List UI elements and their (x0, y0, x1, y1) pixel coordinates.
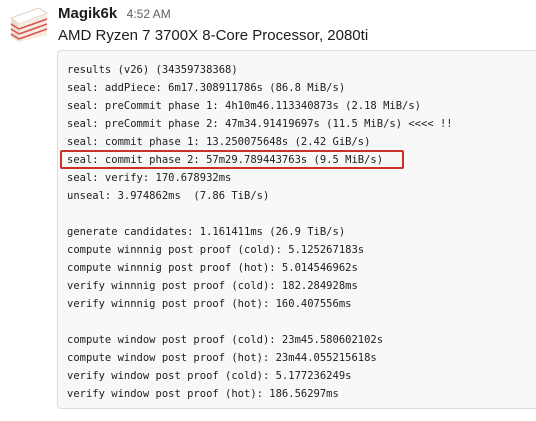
code-line: unseal: 3.974862ms (7.86 TiB/s) (67, 190, 270, 202)
code-line: seal: commit phase 1: 13.250075648s (2.4… (67, 136, 371, 148)
code-line: verify window post proof (cold): 5.17723… (67, 370, 352, 382)
cake-slice-icon (9, 4, 49, 44)
code-line: generate candidates: 1.161411ms (26.9 Ti… (67, 226, 346, 238)
code-line: verify winnnig post proof (cold): 182.28… (67, 280, 358, 292)
code-line: compute window post proof (hot): 23m44.0… (67, 352, 377, 364)
code-line: compute winnnig post proof (hot): 5.0145… (67, 262, 358, 274)
timestamp[interactable]: 4:52 AM (127, 7, 171, 21)
message-text: AMD Ryzen 7 3700X 8-Core Processor, 2080… (58, 27, 369, 44)
code-block: results (v26) (34359738368) seal: addPie… (57, 50, 536, 409)
code-line: verify window post proof (hot): 186.5629… (67, 388, 339, 400)
code-line: compute window post proof (cold): 23m45.… (67, 334, 384, 346)
code-line: seal: preCommit phase 2: 47m34.91419697s… (67, 118, 453, 130)
code-line: compute winnnig post proof (cold): 5.125… (67, 244, 365, 256)
code-line: results (v26) (34359738368) (67, 64, 238, 76)
message-header: Magik6k 4:52 AM (58, 5, 171, 25)
code-line: seal: commit phase 2: 57m29.789443763s (… (67, 154, 384, 166)
avatar[interactable] (9, 4, 49, 44)
code-line: seal: preCommit phase 1: 4h10m46.1133408… (67, 100, 422, 112)
code-line: seal: addPiece: 6m17.308911786s (86.8 Mi… (67, 82, 346, 94)
code-line: verify winnnig post proof (hot): 160.407… (67, 298, 352, 310)
code-line: seal: verify: 170.678932ms (67, 172, 232, 184)
username[interactable]: Magik6k (58, 5, 117, 22)
chat-message: Magik6k 4:52 AM AMD Ryzen 7 3700X 8-Core… (0, 0, 536, 421)
